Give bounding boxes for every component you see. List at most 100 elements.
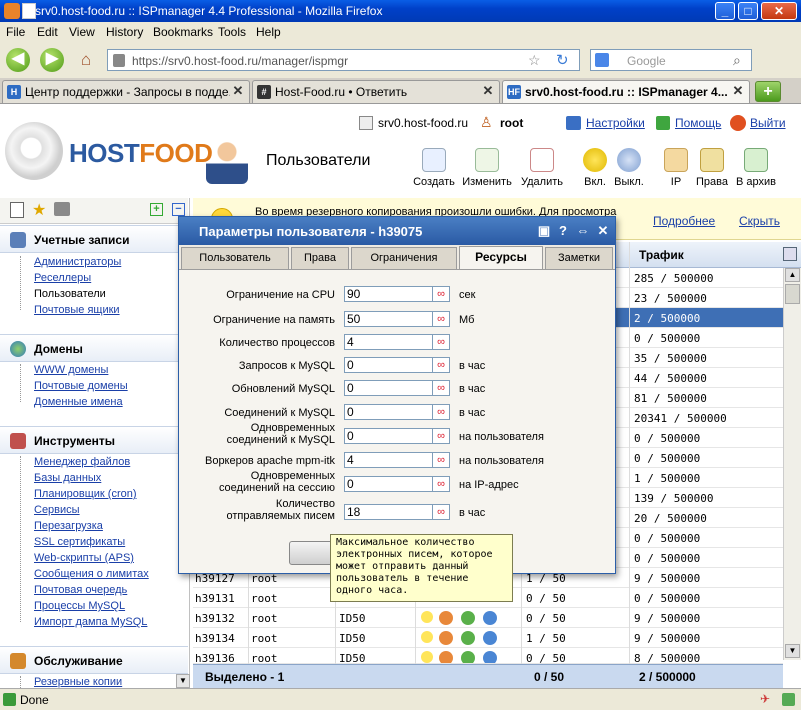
sidebar-item-services[interactable]: Сервисы (34, 504, 80, 516)
tab-resources[interactable]: Ресурсы (459, 246, 543, 270)
home-icon[interactable]: ⌂ (76, 50, 96, 70)
menu-bookmarks[interactable]: Bookmarks (153, 25, 213, 39)
rights-button[interactable]: Права (694, 148, 730, 188)
sidebar-scroll-down[interactable]: ▼ (176, 674, 190, 688)
sidebar-item-resellers[interactable]: Реселлеры (34, 272, 91, 284)
warning-hide-link[interactable]: Скрыть (739, 214, 780, 228)
emails-input[interactable]: 18 (344, 504, 434, 520)
sidebar-item-admins[interactable]: Администраторы (34, 256, 121, 268)
menu-file[interactable]: File (6, 25, 25, 39)
addon-icon-2[interactable] (782, 693, 795, 706)
menu-help[interactable]: Help (256, 25, 281, 39)
sidebar-group-accounts[interactable]: Учетные записи (0, 225, 188, 253)
memory-input[interactable]: 50 (344, 311, 434, 327)
search-bar[interactable]: Google ⌕ (590, 49, 752, 71)
table-settings-icon[interactable] (783, 247, 797, 261)
url-bar[interactable]: https://srv0.host-food.ru/manager/ispmgr… (107, 49, 580, 71)
list-view-icon[interactable] (10, 202, 24, 218)
close-icon[interactable]: ✕ (595, 223, 611, 239)
maximize-button[interactable]: □ (738, 2, 758, 20)
collapse-all-icon[interactable]: − (172, 203, 185, 216)
sidebar-item-mail-domains[interactable]: Почтовые домены (34, 380, 128, 392)
window-icon[interactable]: ▣ (536, 223, 552, 239)
sidebar-item-limit-messages[interactable]: Сообщения о лимитах (34, 568, 149, 580)
sidebar-item-web-scripts[interactable]: Web-скрипты (APS) (34, 552, 134, 564)
mysql-user-connections-input[interactable]: 0 (344, 428, 434, 444)
settings-link[interactable]: Настройки (586, 116, 645, 130)
infinity-button[interactable]: ∞ (432, 404, 450, 420)
warning-details-link[interactable]: Подробнее (653, 214, 715, 228)
tab-limits[interactable]: Ограничения (351, 247, 457, 269)
close-tab-icon[interactable]: ✕ (231, 84, 245, 98)
mysql-connections-input[interactable]: 0 (344, 404, 434, 420)
sidebar-item-reboot[interactable]: Перезагрузка (34, 520, 103, 532)
google-icon[interactable] (595, 53, 609, 67)
sidebar-item-domain-names[interactable]: Доменные имена (34, 396, 123, 408)
sidebar-group-tools[interactable]: Инструменты (0, 426, 188, 454)
infinity-button[interactable]: ∞ (432, 452, 450, 468)
ip-button[interactable]: IP (662, 148, 690, 188)
menu-view[interactable]: View (69, 25, 95, 39)
sidebar-group-service[interactable]: Обслуживание (0, 646, 188, 674)
close-tab-icon[interactable]: ✕ (731, 84, 745, 98)
infinity-button[interactable]: ∞ (432, 311, 450, 327)
scroll-thumb[interactable] (785, 284, 800, 304)
favorites-star-icon[interactable]: ★ (32, 200, 46, 220)
infinity-button[interactable]: ∞ (432, 504, 450, 520)
browser-tab-ispmanager[interactable]: HF srv0.host-food.ru :: ISPmanager 4... … (502, 80, 750, 103)
infinity-button[interactable]: ∞ (432, 476, 450, 492)
close-window-button[interactable]: ✕ (761, 2, 797, 20)
column-traffic[interactable]: Трафик (639, 248, 684, 262)
session-connections-input[interactable]: 0 (344, 476, 434, 492)
table-row[interactable]: h39134 root ID50 1 / 50 9 / 500000 (193, 628, 783, 648)
sidebar-item-mailboxes[interactable]: Почтовые ящики (34, 304, 120, 316)
table-row[interactable]: h39136 root ID50 0 / 50 8 / 500000 (193, 648, 783, 664)
close-tab-icon[interactable]: ✕ (481, 84, 495, 98)
browser-tab-hostfood[interactable]: # Host-Food.ru • Ответить ✕ (252, 80, 500, 103)
mysql-queries-input[interactable]: 0 (344, 357, 434, 373)
delete-button[interactable]: Удалить (519, 148, 565, 188)
infinity-button[interactable]: ∞ (432, 334, 450, 350)
sidebar-item-www-domains[interactable]: WWW домены (34, 364, 108, 376)
sidebar-item-backups[interactable]: Резервные копии (34, 676, 122, 688)
infinity-button[interactable]: ∞ (432, 357, 450, 373)
menu-edit[interactable]: Edit (37, 25, 58, 39)
infinity-button[interactable]: ∞ (432, 380, 450, 396)
tab-rights[interactable]: Права (291, 247, 349, 269)
infinity-button[interactable]: ∞ (432, 428, 450, 444)
archive-button[interactable]: В архив (734, 148, 778, 188)
processes-input[interactable]: 4 (344, 334, 434, 350)
help-link[interactable]: Помощь (675, 116, 721, 130)
new-tab-button[interactable]: + (755, 81, 781, 102)
forward-button[interactable]: ▶ (40, 48, 64, 72)
sidebar-item-databases[interactable]: Базы данных (34, 472, 101, 484)
create-button[interactable]: Создать (412, 148, 456, 188)
enable-button[interactable]: Вкл. (580, 148, 610, 188)
sidebar-item-mail-queue[interactable]: Почтовая очередь (34, 584, 127, 596)
apache-workers-input[interactable]: 4 (344, 452, 434, 468)
sidebar-item-mysql-import[interactable]: Импорт дампа MySQL (34, 616, 147, 628)
cpu-input[interactable]: 90 (344, 286, 434, 302)
browser-tab-support[interactable]: H Центр поддержки - Запросы в подде... ✕ (2, 80, 250, 103)
table-row[interactable]: h39132 root ID50 0 / 50 9 / 500000 (193, 608, 783, 628)
sidebar-item-mysql-processes[interactable]: Процессы MySQL (34, 600, 125, 612)
disable-button[interactable]: Выкл. (612, 148, 646, 188)
mysql-updates-input[interactable]: 0 (344, 380, 434, 396)
reload-icon[interactable]: ↻ (556, 51, 569, 69)
infinity-button[interactable]: ∞ (432, 286, 450, 302)
minimize-button[interactable]: _ (715, 2, 735, 20)
logout-link[interactable]: Выйти (750, 116, 786, 130)
menu-tools[interactable]: Tools (218, 25, 246, 39)
back-button[interactable]: ◀ (6, 48, 30, 72)
scroll-down-arrow[interactable]: ▼ (785, 644, 800, 658)
briefcase-icon[interactable] (54, 202, 70, 216)
bookmark-star-icon[interactable]: ☆ (528, 52, 541, 69)
tab-notes[interactable]: Заметки (545, 247, 613, 269)
addon-icon[interactable]: ✈ (760, 692, 770, 706)
sidebar-group-domains[interactable]: Домены (0, 334, 188, 362)
edit-button[interactable]: Изменить (462, 148, 512, 188)
sidebar-item-cron[interactable]: Планировщик (cron) (34, 488, 137, 500)
expand-all-icon[interactable]: + (150, 203, 163, 216)
sidebar-item-file-manager[interactable]: Менеджер файлов (34, 456, 130, 468)
search-icon[interactable]: ⌕ (733, 52, 741, 69)
